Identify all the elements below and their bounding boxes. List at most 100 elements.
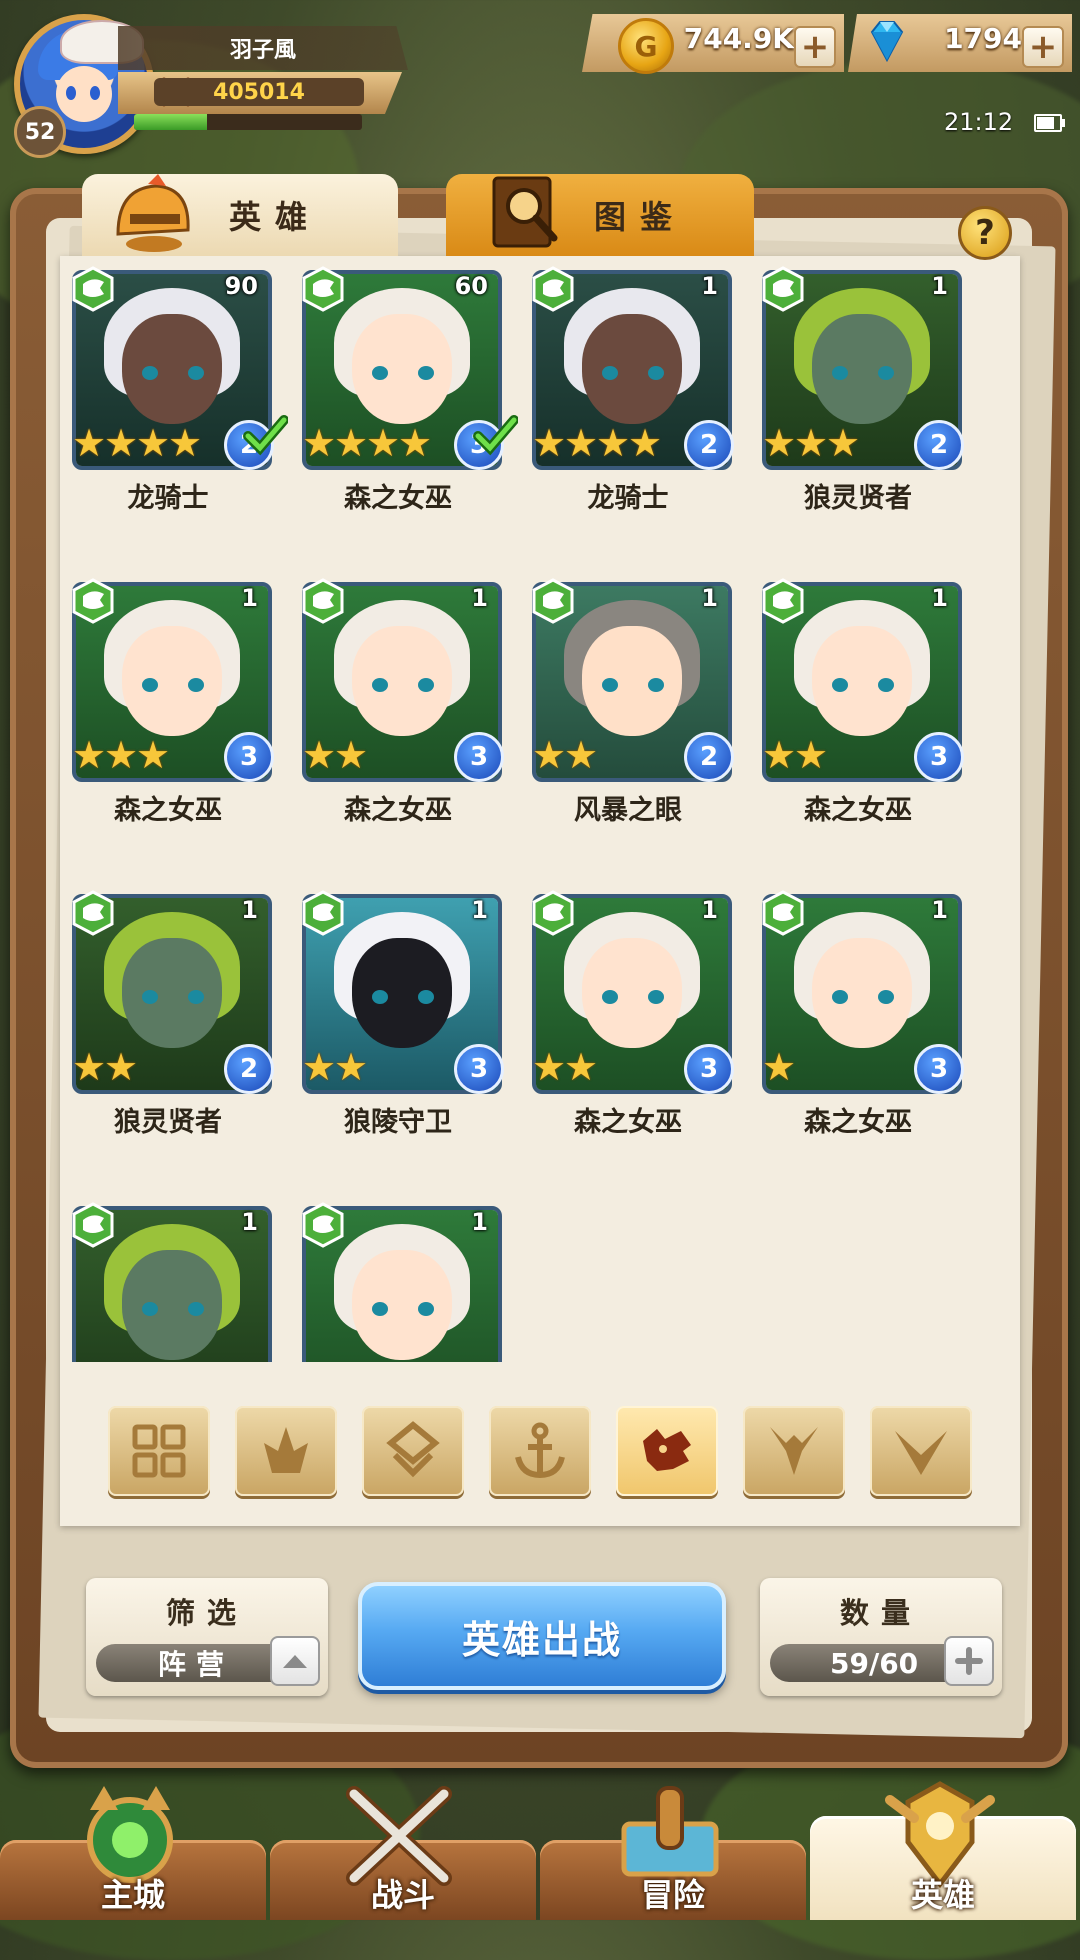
beast-faction-icon bbox=[72, 1202, 114, 1248]
hero-card[interactable]: 90 ★ ★ ★ ★ 2 龙骑士 bbox=[60, 262, 288, 552]
plus-icon bbox=[955, 1647, 983, 1675]
star-icon: ★ bbox=[532, 733, 567, 777]
hero-card[interactable]: 1 ★ ★ 2 风暴之眼 bbox=[496, 574, 734, 864]
hero-card[interactable]: 1 ★ ★ ★ 2 狼灵贤者 bbox=[726, 262, 964, 552]
hero-card[interactable]: 1 ★ ★ 3 狼陵守卫 bbox=[266, 886, 504, 1176]
hero-name: 狼灵贤者 bbox=[114, 1107, 222, 1138]
hero-name: 狼灵贤者 bbox=[804, 483, 912, 514]
filter-button[interactable] bbox=[743, 1406, 845, 1496]
beast-faction-icon bbox=[532, 890, 574, 936]
expand-capacity-button[interactable] bbox=[944, 1636, 994, 1686]
tab-codex[interactable]: 图鉴 bbox=[446, 174, 754, 256]
add-gems-button[interactable]: + bbox=[1022, 26, 1064, 68]
count-panel: 数量 59/60 bbox=[760, 1578, 1002, 1696]
hero-level: 1 bbox=[701, 272, 718, 300]
star-icon: ★ bbox=[302, 421, 337, 465]
gold-coin-icon: G bbox=[618, 18, 674, 74]
nav-label: 主城 bbox=[100, 1876, 165, 1914]
nav-item[interactable]: 英雄 bbox=[810, 1781, 1076, 1920]
star-icon: ★ bbox=[72, 421, 107, 465]
hero-level: 1 bbox=[701, 896, 718, 924]
filter-panel: 筛选 阵营 bbox=[86, 1578, 328, 1696]
hero-stars: ★ ★ bbox=[302, 1045, 368, 1089]
count-value: 59/60 bbox=[830, 1646, 919, 1680]
star-icon: ★ bbox=[596, 421, 631, 465]
star-icon: ★ bbox=[72, 733, 107, 777]
star-icon: ★ bbox=[826, 421, 861, 465]
wolf-head-icon bbox=[643, 1429, 691, 1471]
filter-title: 筛选 bbox=[165, 1596, 248, 1630]
nav-label: 英雄 bbox=[910, 1876, 975, 1914]
star-icon: ★ bbox=[628, 421, 663, 465]
star-icon: ★ bbox=[104, 421, 139, 465]
hero-rank-badge: 3 bbox=[914, 732, 964, 782]
help-icon[interactable]: ? bbox=[958, 206, 1012, 260]
diamond-icon bbox=[386, 1421, 440, 1478]
star-icon: ★ bbox=[302, 1045, 337, 1089]
beast-faction-icon bbox=[762, 578, 804, 624]
nav-item[interactable]: 冒险 bbox=[540, 1786, 806, 1920]
filter-button[interactable] bbox=[235, 1406, 337, 1496]
filter-toggle-button[interactable] bbox=[270, 1636, 320, 1686]
status-time: 21:12 bbox=[944, 108, 1014, 136]
hero-level: 1 bbox=[931, 584, 948, 612]
star-icon: ★ bbox=[762, 733, 797, 777]
hero-rank-badge: 3 bbox=[684, 1044, 734, 1094]
star-icon: ★ bbox=[532, 421, 567, 465]
hero-level: 1 bbox=[241, 1208, 258, 1236]
filter-button[interactable] bbox=[362, 1406, 464, 1496]
hero-card[interactable]: 1 ★ ★ ★ 3 森之女巫 bbox=[60, 574, 274, 864]
hero-card[interactable]: 1 ★ ★ 3 森之女巫 bbox=[726, 574, 964, 864]
nav-label: 战斗 bbox=[370, 1876, 435, 1914]
hero-name: 森之女巫 bbox=[804, 795, 912, 826]
player-name: 羽子風 bbox=[118, 26, 408, 70]
filter-button[interactable] bbox=[870, 1406, 972, 1496]
hero-stars: ★ ★ ★ ★ bbox=[532, 421, 663, 465]
hero-stars: ★ ★ ★ ★ bbox=[302, 421, 433, 465]
hero-level: 1 bbox=[701, 584, 718, 612]
hero-card[interactable]: 1 ★ ★ ★ ★ 2 龙骑士 bbox=[496, 262, 734, 552]
hero-stars: ★ ★ bbox=[762, 733, 828, 777]
xp-bar bbox=[134, 114, 362, 130]
hero-card[interactable]: 1 ★ ★ 3 森之女巫 bbox=[496, 886, 734, 1176]
star-icon: ★ bbox=[398, 421, 433, 465]
hero-name: 森之女巫 bbox=[344, 483, 452, 514]
hero-level: 90 bbox=[224, 272, 258, 300]
hero-name: 狼陵守卫 bbox=[344, 1107, 452, 1138]
deploy-heroes-button[interactable]: 英雄出战 bbox=[358, 1582, 726, 1690]
hero-card[interactable]: 1 ★ ★ 3 森之女巫 bbox=[266, 574, 504, 864]
hero-card[interactable]: 1 bbox=[60, 1198, 272, 1362]
hero-stars: ★ ★ ★ bbox=[762, 421, 861, 465]
star-icon: ★ bbox=[136, 421, 171, 465]
hero-name: 森之女巫 bbox=[574, 1107, 682, 1138]
hero-card[interactable]: 1 ★ 3 森之女巫 bbox=[726, 886, 964, 1176]
hero-card[interactable]: 1 bbox=[266, 1198, 502, 1362]
add-gold-button[interactable]: + bbox=[794, 26, 836, 68]
hero-stars: ★ bbox=[762, 1048, 796, 1086]
hero-rank-badge: 2 bbox=[684, 420, 734, 470]
nav-item[interactable]: 主城 bbox=[0, 1786, 266, 1920]
star-icon: ★ bbox=[168, 421, 203, 465]
bottom-nav: 主城 战斗 冒险 英雄 bbox=[0, 1781, 1080, 1920]
checkmark-icon bbox=[243, 415, 288, 456]
filter-button[interactable] bbox=[616, 1406, 718, 1496]
tab-heroes[interactable]: 英雄 bbox=[82, 174, 398, 256]
filter-button[interactable] bbox=[489, 1406, 591, 1496]
star-icon: ★ bbox=[136, 733, 171, 777]
nav-label: 冒险 bbox=[640, 1876, 705, 1914]
player-level-badge: 52 bbox=[14, 106, 66, 158]
star-icon: ★ bbox=[104, 1045, 139, 1089]
hero-level: 1 bbox=[471, 1208, 488, 1236]
hero-rank-badge: 2 bbox=[224, 1044, 274, 1094]
nav-item[interactable]: 战斗 bbox=[270, 1786, 536, 1920]
hero-level: 1 bbox=[241, 896, 258, 924]
hero-name: 森之女巫 bbox=[344, 795, 452, 826]
hero-card[interactable]: 60 ★ ★ ★ ★ 3 森之女巫 bbox=[266, 262, 518, 552]
hero-card[interactable]: 1 ★ ★ 2 狼灵贤者 bbox=[60, 886, 274, 1176]
star-icon: ★ bbox=[564, 733, 599, 777]
star-icon: ★ bbox=[762, 421, 797, 465]
hero-level: 1 bbox=[241, 584, 258, 612]
hero-rank-badge: 3 bbox=[454, 1044, 504, 1094]
filter-button[interactable] bbox=[108, 1406, 210, 1496]
hero-rank-badge: 2 bbox=[914, 420, 964, 470]
